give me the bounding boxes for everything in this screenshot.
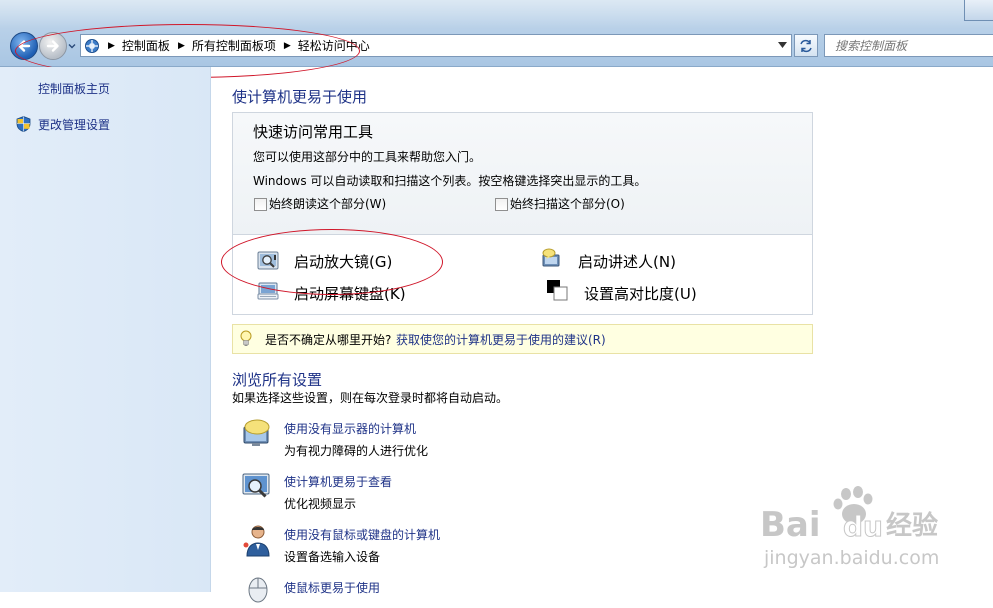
quick-access-title: 快速访问常用工具 — [253, 123, 374, 141]
setting-mouse-easier-link[interactable]: 使鼠标更易于使用 — [284, 579, 380, 596]
magnifier-icon[interactable] — [257, 250, 279, 272]
forward-arrow-icon — [46, 40, 59, 52]
task-pane — [0, 67, 211, 592]
breadcrumb-separator-icon[interactable]: ▶ — [108, 41, 115, 51]
sidebar-link-admin-settings[interactable]: 更改管理设置 — [38, 116, 110, 133]
window-control-button[interactable] — [964, 0, 993, 21]
forward-button[interactable] — [39, 32, 67, 60]
setting-easier-to-see-link[interactable]: 使计算机更易于查看 — [284, 473, 392, 490]
tip-recommendations-link[interactable]: 获取使您的计算机更易于使用的建议(R) — [396, 331, 606, 348]
start-narrator-link[interactable]: 启动讲述人(N) — [578, 251, 676, 272]
svg-text:Bai: Bai — [760, 505, 821, 545]
back-button[interactable] — [10, 32, 38, 60]
title-bar-glass — [0, 0, 993, 28]
refresh-button[interactable] — [794, 34, 818, 57]
set-high-contrast-link[interactable]: 设置高对比度(U) — [584, 283, 697, 304]
page-title: 使计算机更易于使用 — [232, 88, 368, 106]
address-bar[interactable]: ▶ 控制面板 ▶ 所有控制面板项 ▶ 轻松访问中心 — [80, 34, 792, 57]
mouse-easier-icon — [248, 577, 268, 603]
back-arrow-icon — [18, 40, 31, 52]
no-mouse-keyboard-icon — [243, 525, 270, 557]
quick-access-scan-info: Windows 可以自动读取和扫描这个列表。按空格键选择突出显示的工具。 — [253, 174, 647, 188]
lightbulb-icon — [240, 330, 252, 346]
quick-access-intro: 您可以使用这部分中的工具来帮助您入门。 — [253, 150, 482, 164]
sidebar-link-home[interactable]: 控制面板主页 — [38, 80, 110, 97]
start-magnifier-link[interactable]: 启动放大镜(G) — [294, 251, 392, 272]
breadcrumb-separator-icon[interactable]: ▶ — [284, 41, 291, 51]
search-box[interactable] — [824, 34, 993, 57]
recent-pages-dropdown-icon[interactable] — [67, 41, 77, 51]
on-screen-keyboard-icon[interactable] — [257, 279, 279, 301]
setting-no-display-desc: 为有视力障碍的人进行优化 — [284, 444, 429, 458]
svg-text:经验: 经验 — [886, 510, 938, 541]
quick-access-tools-panel: 快速访问常用工具 您可以使用这部分中的工具来帮助您入门。 Windows 可以自… — [232, 112, 813, 315]
navigation-bar: ▶ 控制面板 ▶ 所有控制面板项 ▶ 轻松访问中心 — [0, 0, 993, 67]
breadcrumb-control-panel[interactable]: 控制面板 — [122, 37, 170, 54]
breadcrumb-separator-icon[interactable]: ▶ — [178, 41, 185, 51]
easier-to-see-icon — [242, 473, 270, 498]
breadcrumb-ease-of-access[interactable]: 轻松访问中心 — [298, 37, 370, 54]
baidu-jingyan-watermark: Bai du 经验 jingyan.baidu.com — [760, 486, 939, 569]
search-input[interactable] — [833, 35, 987, 56]
svg-text:du: du — [843, 510, 883, 543]
control-panel-icon — [85, 38, 99, 53]
breadcrumb-all-items[interactable]: 所有控制面板项 — [192, 37, 276, 54]
high-contrast-icon[interactable] — [546, 279, 568, 301]
always-scan-label[interactable]: 始终扫描这个部分(O) — [510, 195, 625, 212]
browse-settings-heading: 浏览所有设置 — [232, 371, 323, 389]
always-read-checkbox[interactable] — [254, 198, 267, 211]
no-display-computer-icon — [243, 419, 270, 446]
setting-easier-to-see-desc: 优化视频显示 — [284, 497, 357, 511]
quick-access-header: 快速访问常用工具 您可以使用这部分中的工具来帮助您入门。 Windows 可以自… — [233, 113, 812, 235]
setting-no-mouse-keyboard-desc: 设置备选输入设备 — [284, 550, 381, 564]
browse-settings-subtitle: 如果选择这些设置，则在每次登录时都将自动启动。 — [232, 391, 509, 405]
tip-bar: 是否不确定从哪里开始? 获取使您的计算机更易于使用的建议(R) — [232, 324, 813, 354]
refresh-icon — [800, 39, 812, 52]
svg-text:jingyan.baidu.com: jingyan.baidu.com — [763, 547, 939, 569]
address-dropdown-icon[interactable] — [778, 42, 787, 48]
setting-no-display-link[interactable]: 使用没有显示器的计算机 — [284, 420, 416, 437]
always-read-label[interactable]: 始终朗读这个部分(W) — [269, 195, 386, 212]
narrator-icon[interactable] — [541, 247, 563, 269]
always-scan-checkbox[interactable] — [495, 198, 508, 211]
setting-no-mouse-keyboard-link[interactable]: 使用没有鼠标或键盘的计算机 — [284, 526, 440, 543]
start-on-screen-keyboard-link[interactable]: 启动屏幕键盘(K) — [294, 283, 406, 304]
tip-question: 是否不确定从哪里开始? — [265, 333, 392, 347]
uac-shield-icon — [16, 116, 31, 132]
